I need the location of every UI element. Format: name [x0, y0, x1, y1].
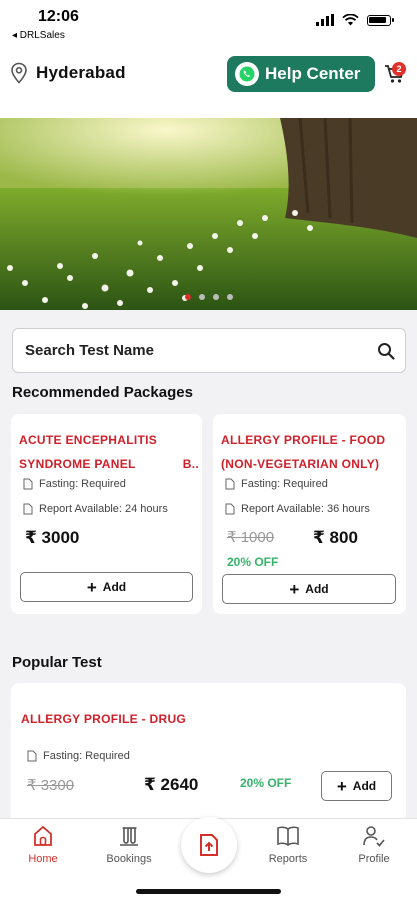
search-input[interactable]: Search Test Name: [25, 342, 154, 359]
signal-icon: [316, 14, 334, 26]
test-card[interactable]: ALLERGY PROFILE - DRUG Fasting: Required…: [11, 683, 406, 823]
pagination-dot[interactable]: [184, 294, 191, 300]
wifi-icon: [342, 14, 359, 26]
pagination-dot[interactable]: [198, 294, 205, 300]
home-indicator[interactable]: [136, 889, 281, 894]
discount-label: 20% OFF: [240, 776, 292, 790]
package-price: ₹ 800: [313, 528, 358, 547]
add-button[interactable]: + Add: [222, 574, 396, 604]
package-name-line: SYNDROME PANEL: [19, 457, 136, 471]
status-icons: [316, 14, 394, 26]
upload-prescription-button[interactable]: [181, 817, 237, 873]
fasting-info: Fasting: Required: [225, 478, 328, 490]
fasting-label: Fasting: Required: [39, 478, 126, 490]
popular-test-title: Popular Test: [12, 654, 102, 671]
package-name[interactable]: ALLERGY PROFILE - FOOD (NON-VEGETARIAN O…: [221, 428, 401, 476]
package-name-line: ACUTE ENCEPHALITIS: [19, 433, 158, 447]
recommended-packages-title: Recommended Packages: [12, 384, 193, 401]
package-card[interactable]: ACUTE ENCEPHALITIS SYNDROME PANEL B.. Fa…: [11, 414, 202, 614]
status-bar: 12:06 ◂ DRLSales: [0, 0, 417, 48]
original-price: ₹ 3300: [27, 777, 75, 794]
plus-icon: +: [289, 579, 300, 599]
document-icon: [225, 503, 235, 515]
nav-home[interactable]: Home: [8, 825, 78, 865]
add-label: Add: [305, 582, 329, 596]
add-button[interactable]: + Add: [20, 572, 193, 602]
location-pin-icon: [11, 62, 27, 84]
fasting-label: Fasting: Required: [241, 478, 328, 490]
package-card[interactable]: ALLERGY PROFILE - FOOD (NON-VEGETARIAN O…: [213, 414, 406, 614]
fasting-info: Fasting: Required: [23, 478, 126, 490]
fasting-label: Fasting: Required: [43, 750, 130, 762]
package-name-line: (NON-VEGETARIAN ONLY): [221, 457, 380, 471]
book-icon: [277, 826, 299, 846]
package-name-truncation: B..: [182, 457, 199, 471]
status-time: 12:06: [38, 8, 79, 25]
search-icon[interactable]: [377, 342, 395, 360]
banner-image: [0, 118, 417, 310]
document-icon: [23, 478, 33, 490]
nav-bookings-label: Bookings: [106, 853, 152, 865]
document-icon: [23, 503, 33, 515]
bottom-navigation: Home Bookings Reports Profile: [0, 817, 417, 900]
nav-reports[interactable]: Reports: [253, 825, 323, 865]
add-label: Add: [352, 779, 377, 793]
report-info: Report Available: 24 hours: [23, 503, 168, 515]
back-to-app-link[interactable]: ◂ DRLSales: [12, 30, 65, 41]
report-label: Report Available: 24 hours: [39, 503, 168, 515]
document-icon: [225, 478, 235, 490]
whatsapp-icon: [235, 62, 259, 86]
package-name[interactable]: ACUTE ENCEPHALITIS SYNDROME PANEL B..: [19, 428, 199, 476]
search-bar[interactable]: Search Test Name: [12, 328, 406, 373]
report-label: Report Available: 36 hours: [241, 503, 370, 515]
test-price: ₹ 2640: [144, 775, 199, 794]
home-icon: [34, 825, 52, 846]
help-center-label: Help Center: [265, 64, 361, 83]
upload-icon: [200, 834, 218, 856]
original-price: ₹ 1000: [227, 529, 275, 546]
nav-profile[interactable]: Profile: [339, 825, 409, 865]
battery-icon: [367, 14, 394, 26]
pagination-dot[interactable]: [226, 294, 233, 300]
document-icon: [27, 750, 37, 762]
test-tubes-icon: [120, 827, 138, 846]
banner-pagination: [0, 294, 417, 300]
plus-icon: +: [336, 776, 347, 796]
package-price: ₹ 3000: [25, 528, 80, 547]
add-button[interactable]: + Add: [321, 771, 392, 801]
promo-banner[interactable]: [0, 118, 417, 310]
nav-reports-label: Reports: [268, 853, 308, 865]
location-selector[interactable]: Hyderabad: [10, 62, 126, 84]
discount-label: 20% OFF: [227, 555, 279, 569]
location-label: Hyderabad: [36, 63, 126, 82]
package-name-line: ALLERGY PROFILE - FOOD: [221, 433, 386, 447]
nav-bookings[interactable]: Bookings: [94, 825, 164, 865]
plus-icon: +: [86, 577, 97, 597]
add-label: Add: [102, 580, 127, 594]
nav-home-label: Home: [28, 853, 58, 865]
report-info: Report Available: 36 hours: [225, 503, 370, 515]
test-name[interactable]: ALLERGY PROFILE - DRUG: [21, 707, 186, 731]
fasting-info: Fasting: Required: [27, 750, 130, 762]
user-check-icon: [363, 826, 385, 847]
nav-profile-label: Profile: [358, 853, 390, 865]
cart-count-badge: 2: [392, 62, 406, 76]
top-bar: Hyderabad Help Center 2: [0, 48, 417, 118]
help-center-button[interactable]: Help Center: [227, 56, 375, 92]
pagination-dot[interactable]: [212, 294, 219, 300]
